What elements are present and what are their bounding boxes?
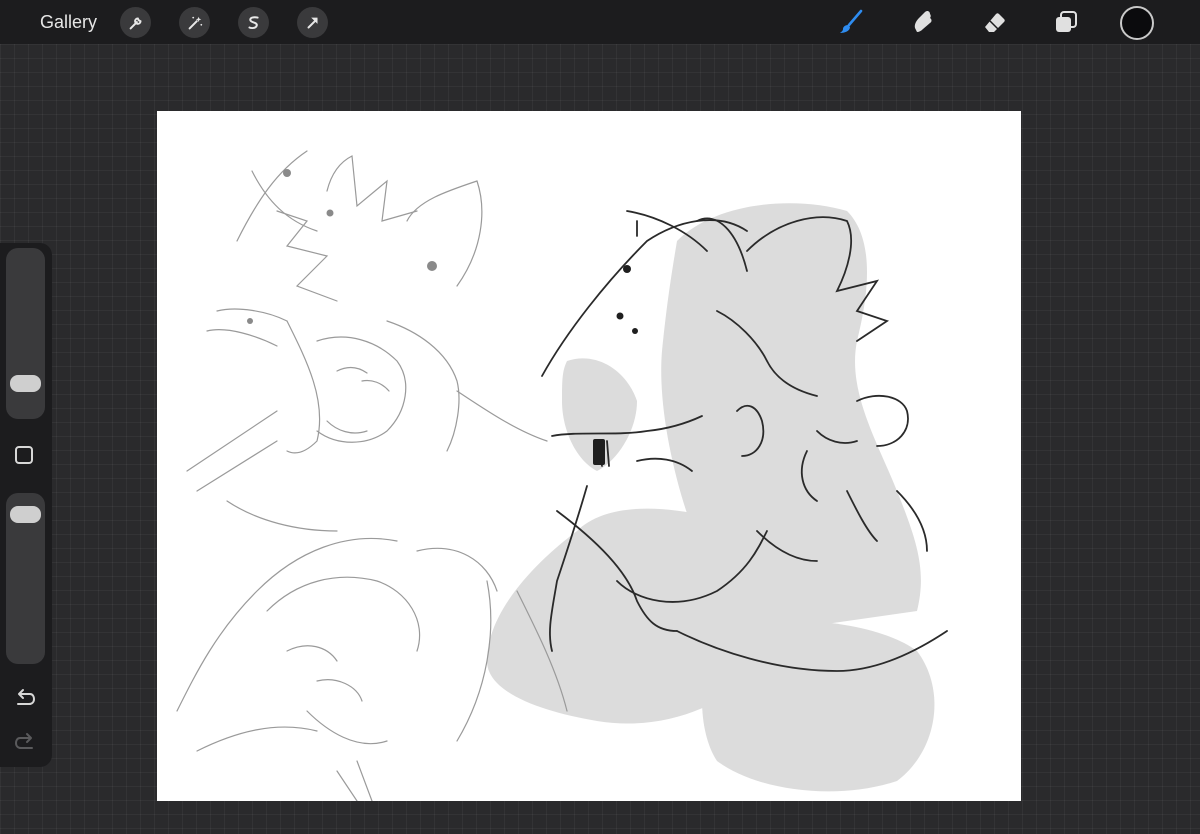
color-picker-swatch[interactable] [1120, 6, 1154, 40]
wrench-icon [129, 17, 141, 29]
selection-s-icon [248, 15, 259, 29]
magic-wand-icon [188, 16, 202, 29]
actions-button[interactable] [120, 7, 151, 38]
brush-size-slider[interactable] [6, 248, 45, 419]
light-sketch-marks [247, 169, 437, 324]
drawing-canvas[interactable] [157, 111, 1021, 801]
brush-icon [840, 9, 863, 33]
eraser-icon [985, 13, 1005, 32]
adjustments-button[interactable] [179, 7, 210, 38]
smudge-tool-button[interactable] [906, 5, 940, 39]
gray-wash-fills [487, 203, 935, 792]
opacity-slider[interactable] [6, 493, 45, 664]
selection-button[interactable] [238, 7, 269, 38]
transform-button[interactable] [297, 7, 328, 38]
light-sketch-left [176, 150, 568, 801]
modify-square-icon[interactable] [15, 446, 33, 464]
smudge-finger-icon [914, 10, 932, 32]
layers-icon [1056, 11, 1077, 32]
layers-button[interactable] [1049, 5, 1083, 39]
brush-size-thumb[interactable] [10, 374, 41, 392]
opacity-thumb[interactable] [10, 505, 41, 523]
top-toolbar: Gallery [0, 0, 1200, 44]
eraser-tool-button[interactable] [978, 5, 1012, 39]
undo-icon[interactable] [12, 685, 38, 711]
brush-tool-button[interactable] [834, 5, 868, 39]
sketch-artwork [176, 150, 948, 801]
left-sidebar [0, 243, 52, 767]
redo-icon[interactable] [12, 729, 38, 755]
gallery-button[interactable]: Gallery [40, 11, 97, 33]
arrow-cursor-icon [307, 17, 318, 28]
